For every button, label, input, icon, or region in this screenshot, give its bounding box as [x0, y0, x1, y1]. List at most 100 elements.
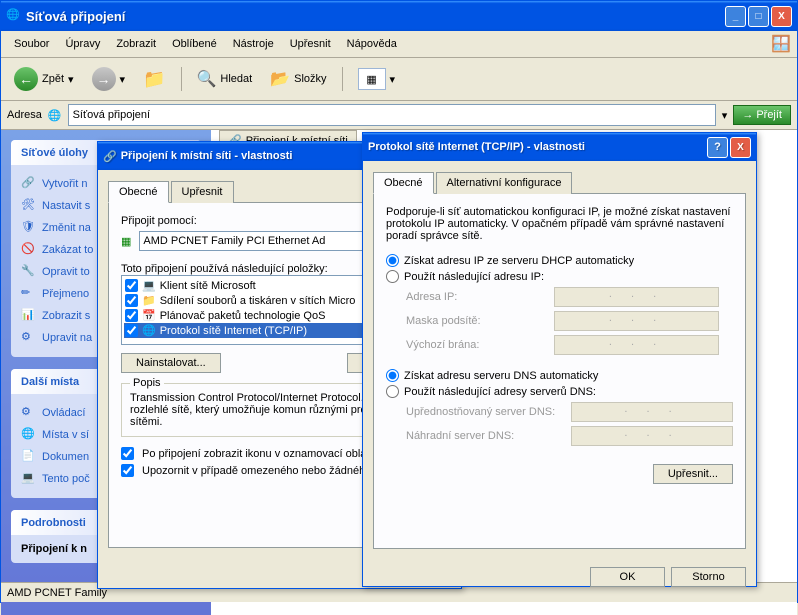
static-ip-label: Použít následující adresu IP: [404, 271, 544, 283]
panel-title: Další místa [21, 376, 79, 388]
adapter-icon: ▦ [121, 235, 131, 248]
search-label: Hledat [220, 73, 252, 85]
dropdown-icon[interactable]: ▾ [722, 109, 728, 122]
place-label: Dokumen [42, 451, 89, 463]
description-label: Popis [130, 377, 164, 389]
component-icon: 📅 [142, 309, 156, 322]
task-icon: 🔗 [21, 176, 37, 192]
tab-general[interactable]: Obecné [108, 181, 169, 203]
up-button[interactable]: 📁 [136, 65, 172, 94]
preferred-dns-label: Upřednostňovaný server DNS: [406, 406, 563, 418]
menu-napoveda[interactable]: Nápověda [340, 36, 404, 52]
dialog-title: Protokol sítě Internet (TCP/IP) - vlastn… [368, 141, 585, 153]
address-bar: Adresa 🌐 ▾ → Přejít [1, 101, 797, 130]
network-icon: 🌐 [6, 8, 22, 24]
titlebar[interactable]: 🌐 Síťová připojení _ □ X [1, 1, 797, 31]
tab-advanced[interactable]: Upřesnit [171, 181, 234, 203]
windows-flag-icon: 🪟 [771, 34, 791, 54]
show-icon-label: Po připojení zobrazit ikonu v oznamovací… [142, 448, 366, 460]
component-checkbox[interactable] [125, 324, 138, 337]
tcpip-properties-dialog: Protokol sítě Internet (TCP/IP) - vlastn… [362, 132, 757, 587]
task-icon: ⚙ [21, 330, 37, 346]
advanced-button[interactable]: Upřesnit... [653, 464, 733, 484]
place-icon: 🌐 [21, 427, 37, 443]
install-button[interactable]: Nainstalovat... [121, 353, 221, 373]
panel-title: Síťové úlohy [21, 147, 88, 159]
back-button[interactable]: ← Zpět ▾ [7, 63, 81, 95]
component-checkbox[interactable] [125, 279, 138, 292]
lan-icon: 🔗 [103, 150, 117, 163]
gateway-field: . . . [554, 335, 719, 355]
address-label: Adresa [7, 109, 42, 121]
separator [181, 67, 182, 91]
task-label: Nastavit s [42, 200, 90, 212]
separator [342, 67, 343, 91]
cancel-button[interactable]: Storno [671, 567, 746, 587]
address-input[interactable] [68, 104, 716, 126]
component-label: Protokol sítě Internet (TCP/IP) [160, 325, 307, 337]
static-dns-radio[interactable] [386, 385, 399, 398]
component-checkbox[interactable] [125, 294, 138, 307]
menu-oblibene[interactable]: Oblíbené [165, 36, 224, 52]
dialog-title: Připojení k místní síti - vlastnosti [121, 150, 293, 162]
view-button[interactable]: ▦ ▾ [351, 64, 403, 94]
folders-button[interactable]: 📂 Složky [263, 65, 333, 93]
preferred-dns-field: . . . [571, 402, 733, 422]
ok-button[interactable]: OK [590, 567, 665, 587]
menu-upresnit[interactable]: Upřesnit [283, 36, 338, 52]
ip-address-label: Adresa IP: [406, 291, 546, 303]
task-label: Změnit na [42, 222, 91, 234]
dropdown-icon: ▾ [120, 73, 126, 86]
toolbar: ← Zpět ▾ → ▾ 📁 🔍 Hledat 📂 Složky ▦ ▾ [1, 58, 797, 101]
search-button[interactable]: 🔍 Hledat [190, 65, 260, 93]
forward-button[interactable]: → ▾ [85, 63, 133, 95]
notify-checkbox[interactable] [121, 464, 134, 477]
back-label: Zpět [42, 73, 64, 85]
place-label: Tento poč [42, 473, 90, 485]
folder-up-icon: 📁 [143, 69, 165, 90]
dialog-close-button[interactable]: X [730, 137, 751, 158]
task-label: Vytvořit n [42, 178, 87, 190]
panel-title: Podrobnosti [21, 517, 86, 529]
place-icon: ⚙ [21, 405, 37, 421]
tab-general[interactable]: Obecné [373, 172, 434, 194]
minimize-button[interactable]: _ [725, 6, 746, 27]
dropdown-icon: ▾ [390, 73, 396, 86]
task-label: Přejmeno [42, 288, 89, 300]
subnet-mask-field: . . . [554, 311, 719, 331]
task-label: Upravit na [42, 332, 92, 344]
dialog-titlebar[interactable]: Protokol sítě Internet (TCP/IP) - vlastn… [363, 133, 756, 161]
auto-dns-radio[interactable] [386, 369, 399, 382]
static-ip-radio[interactable] [386, 270, 399, 283]
show-icon-checkbox[interactable] [121, 447, 134, 460]
help-button[interactable]: ? [707, 137, 728, 158]
gateway-label: Výchozí brána: [406, 339, 546, 351]
alternate-dns-label: Náhradní server DNS: [406, 430, 563, 442]
place-label: Místa v sí [42, 429, 89, 441]
task-label: Zakázat to [42, 244, 93, 256]
dhcp-radio[interactable] [386, 254, 399, 267]
menu-soubor[interactable]: Soubor [7, 36, 56, 52]
folders-icon: 📂 [270, 69, 290, 89]
tab-alt-config[interactable]: Alternativní konfigurace [436, 172, 573, 194]
static-dns-label: Použít následující adresy serverů DNS: [404, 386, 596, 398]
close-button[interactable]: X [771, 6, 792, 27]
menubar: Soubor Úpravy Zobrazit Oblíbené Nástroje… [1, 31, 797, 58]
task-label: Opravit to [42, 266, 90, 278]
menu-nastroje[interactable]: Nástroje [226, 36, 281, 52]
search-icon: 🔍 [197, 69, 217, 89]
component-checkbox[interactable] [125, 309, 138, 322]
window-title: Síťová připojení [26, 9, 725, 24]
maximize-button[interactable]: □ [748, 6, 769, 27]
go-button[interactable]: → Přejít [733, 105, 791, 125]
alternate-dns-field: . . . [571, 426, 733, 446]
component-icon: 📁 [142, 294, 156, 307]
component-icon: 🌐 [142, 324, 156, 337]
menu-zobrazit[interactable]: Zobrazit [109, 36, 163, 52]
status-text: AMD PCNET Family [7, 587, 107, 599]
place-icon: 📄 [21, 449, 37, 465]
task-icon: 🛡 [21, 220, 37, 236]
task-icon: 🛠 [21, 198, 37, 214]
menu-upravy[interactable]: Úpravy [58, 36, 107, 52]
folders-label: Složky [294, 73, 326, 85]
